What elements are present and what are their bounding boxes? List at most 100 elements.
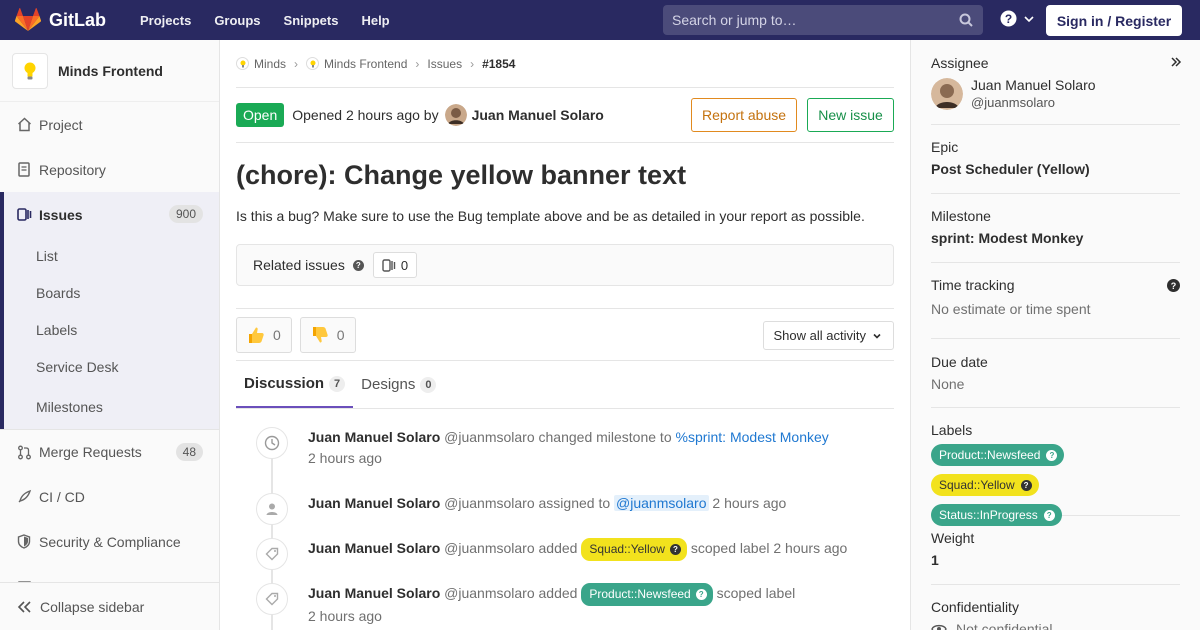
double-chevron-right-icon[interactable] [1170, 56, 1182, 71]
brand-name: GitLab [49, 9, 106, 30]
sidebar-subitem-service-desk[interactable]: Service Desk [4, 348, 219, 385]
lightbulb-icon [24, 62, 36, 79]
label-product-newsfeed[interactable]: Product::Newsfeed ? [931, 444, 1065, 466]
label-text: Product::Newsfeed [589, 587, 691, 601]
double-chevron-left-icon [17, 600, 31, 613]
sidebar-item-security[interactable]: Security & Compliance [0, 519, 219, 564]
breadcrumb: Minds › Minds Frontend › Issues › #1854 [236, 40, 894, 88]
note-handle[interactable]: @juanmsolaro [444, 540, 534, 556]
sidebar-item-label: Issues [39, 206, 83, 223]
sidebar-item-merge-requests[interactable]: Merge Requests 48 [0, 429, 219, 474]
issue-main-content: Minds › Minds Frontend › Issues › #1854 … [236, 40, 894, 630]
thumbs-down-icon [312, 326, 328, 342]
tag-icon [256, 538, 288, 570]
label-squad-yellow[interactable]: Squad::Yellow ? [581, 538, 687, 561]
milestone-title: Milestone [931, 208, 991, 224]
nav-help-link[interactable]: Help [361, 13, 389, 28]
gitlab-brand[interactable]: GitLab [15, 0, 106, 40]
due-date-block: Due date None [931, 339, 1180, 408]
label-product-newsfeed[interactable]: Product::Newsfeed ? [581, 583, 713, 606]
note-handle[interactable]: @juanmsolaro [444, 585, 534, 601]
nav-projects-link[interactable]: Projects [140, 13, 191, 28]
sidebar-item-cicd[interactable]: CI / CD [0, 474, 219, 519]
nav-groups-link[interactable]: Groups [214, 13, 260, 28]
status-badge: Open [236, 103, 285, 127]
author-name-link[interactable]: Juan Manuel Solaro [472, 107, 604, 123]
nav-snippets-link[interactable]: Snippets [284, 13, 339, 28]
time-tracking-block: Time tracking ? No estimate or time spen… [931, 263, 1180, 339]
report-abuse-button[interactable]: Report abuse [691, 98, 797, 132]
note-time: 2 hours ago [712, 495, 787, 511]
assignee-name[interactable]: Juan Manuel Solaro [971, 77, 1096, 94]
note-author[interactable]: Juan Manuel Solaro [308, 495, 440, 511]
weight-value[interactable]: 1 [931, 552, 1180, 568]
user-mention-link[interactable]: @juanmsolaro [614, 495, 709, 511]
thumbs-down-count: 0 [336, 326, 345, 343]
note-handle[interactable]: @juanmsolaro [444, 495, 534, 511]
help-icon[interactable]: ? [1167, 279, 1180, 292]
sidebar-subitem-list[interactable]: List [4, 237, 219, 274]
note-action: added [538, 585, 578, 601]
help-icon: ? [1046, 449, 1058, 461]
issues-icon [382, 258, 396, 272]
note-text: Juan Manuel Solaro @juanmsolaro changed … [308, 427, 894, 469]
due-date-title: Due date [931, 354, 988, 370]
designs-count-badge: 0 [420, 376, 437, 393]
new-issue-button[interactable]: New issue [807, 98, 894, 132]
breadcrumb-project[interactable]: Minds Frontend [306, 57, 407, 71]
activity-filter-dropdown[interactable]: Show all activity [762, 321, 894, 350]
help-icon: ? [695, 589, 707, 600]
epic-value[interactable]: Post Scheduler (Yellow) [931, 161, 1180, 177]
related-issues-block: Related issues ? 0 [236, 244, 894, 286]
timeline-note: Juan Manuel Solaro @juanmsolaro added Sq… [236, 538, 894, 583]
sidebar-issues-section: Issues 900 List Boards Labels Service De… [0, 192, 219, 429]
sidebar-subitem-labels[interactable]: Labels [4, 311, 219, 348]
tab-designs[interactable]: Designs 0 [353, 361, 444, 408]
help-icon[interactable]: ? [352, 259, 364, 271]
issues-icon [16, 207, 32, 223]
label-text: Squad::Yellow [939, 478, 1015, 492]
sidebar-project-header[interactable]: Minds Frontend [0, 40, 219, 102]
thumbs-down-button[interactable]: 0 [299, 316, 356, 353]
breadcrumb-issues[interactable]: Issues [427, 57, 462, 71]
search-input[interactable] [672, 12, 952, 28]
search-box[interactable] [663, 5, 983, 35]
note-text: Juan Manuel Solaro @juanmsolaro added Pr… [308, 583, 894, 627]
note-author[interactable]: Juan Manuel Solaro [308, 540, 440, 556]
thumbs-up-button[interactable]: 0 [236, 316, 292, 353]
confidentiality-block: Confidentiality Not confidential [931, 585, 1180, 630]
tab-discussion[interactable]: Discussion 7 [236, 361, 354, 408]
sidebar-project-name: Minds Frontend [58, 62, 163, 79]
breadcrumb-project-label: Minds Frontend [324, 56, 408, 71]
related-issues-count-button[interactable]: 0 [372, 252, 418, 278]
sidebar-item-project[interactable]: Project [0, 102, 219, 147]
search-icon[interactable] [959, 13, 973, 27]
milestone-link[interactable]: %sprint: Modest Monkey [676, 429, 829, 445]
breadcrumb-group[interactable]: Minds [236, 57, 286, 71]
sign-in-register-button[interactable]: Sign in / Register [1046, 5, 1182, 36]
gitlab-logo-icon [15, 8, 41, 31]
help-dropdown[interactable]: ? [1000, 10, 1036, 27]
sidebar-subitem-boards[interactable]: Boards [4, 274, 219, 311]
note-suffix: scoped label [716, 585, 796, 601]
note-author[interactable]: Juan Manuel Solaro [308, 429, 440, 445]
timeline-note: Juan Manuel Solaro @juanmsolaro added Pr… [236, 583, 894, 628]
note-author[interactable]: Juan Manuel Solaro [308, 585, 440, 601]
time-tracking-title: Time tracking [931, 277, 1015, 293]
labels-block: Labels Product::Newsfeed ? Squad::Yellow… [931, 408, 1180, 526]
sidebar-item-issues[interactable]: Issues 900 [4, 192, 219, 237]
label-squad-yellow[interactable]: Squad::Yellow ? [931, 474, 1039, 496]
confidentiality-row[interactable]: Not confidential [931, 621, 1180, 630]
chevron-down-icon [1024, 15, 1034, 22]
confidentiality-value: Not confidential [956, 621, 1053, 630]
assignee-row[interactable]: Juan Manuel Solaro @juanmsolaro [931, 77, 1180, 111]
sidebar-item-repository[interactable]: Repository [0, 147, 219, 192]
note-time: 2 hours ago [308, 608, 382, 624]
author-avatar[interactable] [444, 104, 467, 126]
assignee-name-block: Juan Manuel Solaro @juanmsolaro [971, 77, 1096, 111]
note-handle[interactable]: @juanmsolaro [444, 429, 534, 445]
milestone-value[interactable]: sprint: Modest Monkey [931, 230, 1180, 246]
collapse-sidebar-button[interactable]: Collapse sidebar [0, 582, 219, 630]
sidebar-subitem-milestones[interactable]: Milestones [4, 385, 219, 429]
breadcrumb-current[interactable]: #1854 [482, 57, 515, 71]
